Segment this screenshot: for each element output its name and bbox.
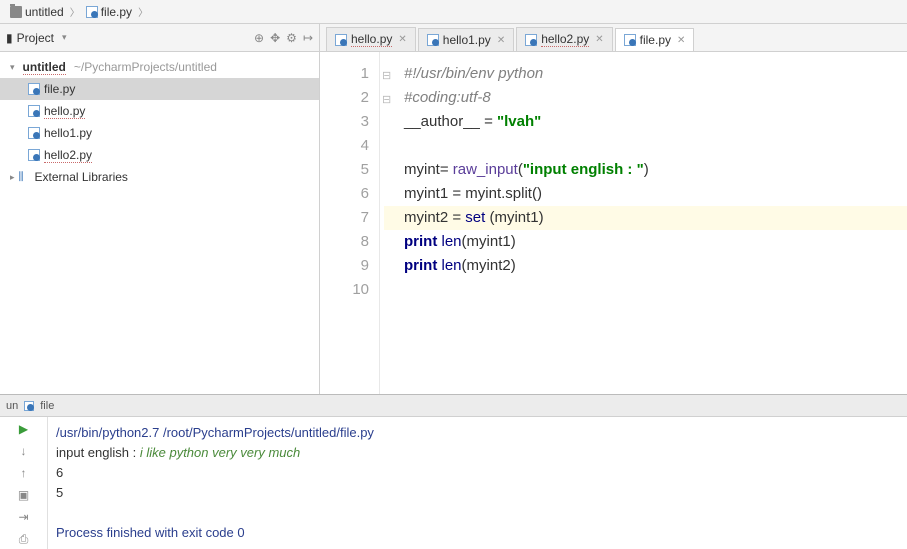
- run-command: /usr/bin/python2.7 /root/PycharmProjects…: [56, 423, 899, 443]
- project-tool-title[interactable]: Project: [17, 31, 54, 45]
- project-file[interactable]: hello.py: [0, 100, 319, 122]
- run-output-line: 5: [56, 483, 899, 503]
- python-file-icon: [624, 34, 636, 46]
- code-editor[interactable]: 12345678910 ⊟⊟ #!/usr/bin/env python#cod…: [320, 52, 907, 394]
- fold-marker[interactable]: ⊟⊟: [382, 64, 391, 112]
- python-file-icon: [525, 34, 537, 46]
- run-tool-header: un file: [0, 395, 907, 417]
- code-line[interactable]: __author__ = "lvah": [384, 110, 907, 134]
- file-name: file.py: [44, 82, 75, 96]
- run-tab-prefix[interactable]: un: [6, 400, 18, 412]
- external-libraries-label: External Libraries: [35, 170, 128, 184]
- project-file[interactable]: file.py: [0, 78, 319, 100]
- project-root[interactable]: ▾ untitled ~/PycharmProjects/untitled: [0, 56, 319, 78]
- breadcrumb-item[interactable]: untitled: [6, 5, 68, 19]
- file-name: hello.py: [44, 104, 85, 119]
- code-line[interactable]: print len(myint2): [384, 254, 907, 278]
- print-button[interactable]: ⎙: [16, 531, 32, 547]
- run-toolbar: ▶ ↓ ↑ ▣ ⇥ ⎙: [0, 417, 48, 549]
- run-output-line: 6: [56, 463, 899, 483]
- settings-icon[interactable]: ⚙: [286, 31, 297, 45]
- libraries-icon: ⫼: [19, 170, 31, 184]
- python-file-icon: [427, 34, 439, 46]
- breadcrumb-item[interactable]: file.py: [82, 5, 136, 19]
- editor-tab[interactable]: file.py ✕: [615, 28, 695, 51]
- code-line[interactable]: [384, 278, 907, 302]
- editor-tab[interactable]: hello1.py ✕: [418, 28, 514, 51]
- run-line: input english : i like python very very …: [56, 443, 899, 463]
- tab-label: hello2.py: [541, 32, 589, 47]
- project-file[interactable]: hello2.py: [0, 144, 319, 166]
- hide-icon[interactable]: ↦: [303, 31, 313, 45]
- wrap-button[interactable]: ⇥: [16, 509, 32, 525]
- close-tab-icon[interactable]: ✕: [677, 35, 685, 46]
- project-name: untitled: [23, 60, 66, 75]
- dropdown-icon[interactable]: ▾: [62, 32, 67, 43]
- close-tab-icon[interactable]: ✕: [398, 34, 406, 45]
- locate-icon[interactable]: ⊕: [254, 31, 264, 45]
- expand-icon[interactable]: ▸: [10, 172, 15, 183]
- run-tool-window: un file ▶ ↓ ↑ ▣ ⇥ ⎙ /usr/bin/python2.7 /…: [0, 394, 907, 549]
- python-file-icon: [28, 105, 40, 117]
- breadcrumb-bar: untitled 〉 file.py 〉: [0, 0, 907, 24]
- tab-label: hello.py: [351, 32, 392, 47]
- editor-tabs: hello.py ✕ hello1.py ✕ hello2.py ✕ file.py ✕: [320, 24, 907, 52]
- folder-icon: [10, 6, 22, 18]
- project-tree: ▾ untitled ~/PycharmProjects/untitled fi…: [0, 52, 319, 394]
- run-tab-label[interactable]: file: [40, 400, 54, 412]
- chevron-right-icon: 〉: [138, 4, 148, 19]
- python-file-icon: [86, 6, 98, 18]
- code-line[interactable]: #!/usr/bin/env python: [384, 62, 907, 86]
- code-line[interactable]: myint1 = myint.split(): [384, 182, 907, 206]
- python-file-icon: [28, 83, 40, 95]
- chevron-right-icon: 〉: [70, 4, 80, 19]
- breadcrumb-label: file.py: [101, 5, 132, 19]
- code-line[interactable]: #coding:utf-8: [384, 86, 907, 110]
- file-name: hello1.py: [44, 126, 92, 140]
- code-line[interactable]: myint= raw_input("input english : "): [384, 158, 907, 182]
- external-libraries[interactable]: ▸ ⫼ External Libraries: [0, 166, 319, 188]
- up-button[interactable]: ↑: [16, 465, 32, 481]
- file-name: hello2.py: [44, 148, 92, 163]
- editor-area: hello.py ✕ hello1.py ✕ hello2.py ✕ file.py ✕ 12…: [320, 24, 907, 394]
- python-file-icon: [28, 127, 40, 139]
- project-sidebar: ▮ Project ▾ ⊕ ✥ ⚙ ↦ ▾ untitled ~/Pycharm…: [0, 24, 320, 394]
- python-file-icon: [24, 401, 34, 411]
- project-tool-icon: ▮: [6, 31, 13, 45]
- breadcrumb-label: untitled: [25, 5, 64, 19]
- run-output[interactable]: /usr/bin/python2.7 /root/PycharmProjects…: [48, 417, 907, 549]
- rerun-button[interactable]: ▶: [16, 421, 32, 437]
- stop-button[interactable]: ↓: [16, 443, 32, 459]
- python-file-icon: [335, 34, 347, 46]
- code-content[interactable]: ⊟⊟ #!/usr/bin/env python#coding:utf-8__a…: [380, 52, 907, 394]
- layout-button[interactable]: ▣: [16, 487, 32, 503]
- code-line[interactable]: myint2 = set (myint1): [384, 206, 907, 230]
- editor-tab[interactable]: hello.py ✕: [326, 27, 416, 51]
- collapse-icon[interactable]: ✥: [270, 31, 280, 45]
- expand-icon[interactable]: ▾: [10, 62, 15, 73]
- tab-label: file.py: [640, 33, 671, 47]
- line-number-gutter: 12345678910: [320, 52, 380, 394]
- close-tab-icon[interactable]: ✕: [497, 35, 505, 46]
- run-exit-message: Process finished with exit code 0: [56, 523, 899, 543]
- editor-tab[interactable]: hello2.py ✕: [516, 27, 612, 51]
- tab-label: hello1.py: [443, 33, 491, 47]
- project-path: ~/PycharmProjects/untitled: [74, 60, 217, 74]
- close-tab-icon[interactable]: ✕: [595, 34, 603, 45]
- code-line[interactable]: [384, 134, 907, 158]
- project-tool-header: ▮ Project ▾ ⊕ ✥ ⚙ ↦: [0, 24, 319, 52]
- project-file[interactable]: hello1.py: [0, 122, 319, 144]
- code-line[interactable]: print len(myint1): [384, 230, 907, 254]
- python-file-icon: [28, 149, 40, 161]
